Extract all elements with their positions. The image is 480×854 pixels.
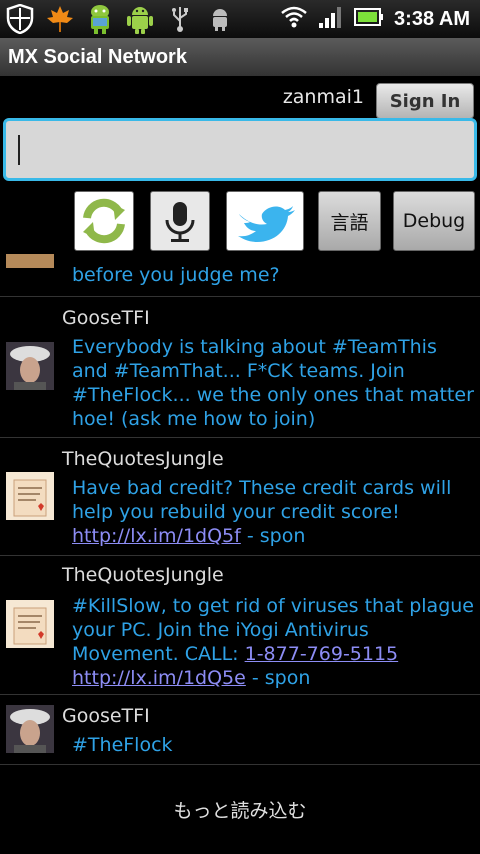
usb-icon	[164, 3, 196, 35]
list-item[interactable]: before you judge me?	[0, 254, 480, 297]
avatar	[6, 254, 54, 268]
battery-icon	[354, 6, 384, 32]
avatar	[6, 705, 54, 753]
tweet-text: Have bad credit? These credit cards will…	[72, 476, 474, 548]
tweet-text: #TheFlock	[72, 734, 173, 756]
app-title-bar: MX Social Network	[0, 38, 480, 76]
tweet-suffix: - spon	[240, 525, 306, 547]
tweet-author: GooseTFI	[62, 705, 150, 727]
maple-leaf-icon	[44, 3, 76, 35]
avatar	[6, 600, 54, 648]
tweet-body: Have bad credit? These credit cards will…	[72, 477, 452, 523]
debug-button[interactable]: Debug	[393, 191, 475, 251]
refresh-button[interactable]	[74, 191, 134, 251]
timeline-feed[interactable]: before you judge me? GooseTFI Everybody …	[0, 254, 480, 774]
shield-icon	[4, 3, 36, 35]
tweet-author: GooseTFI	[62, 307, 150, 329]
list-item[interactable]: GooseTFI #TheFlock	[0, 695, 480, 765]
voice-input-button[interactable]	[150, 191, 210, 251]
twitter-bird-icon	[238, 206, 295, 242]
avatar	[6, 472, 54, 520]
app-title: MX Social Network	[8, 45, 187, 68]
list-item[interactable]: GooseTFI Everybody is talking about #Tea…	[0, 297, 480, 438]
android-robot-icon	[84, 3, 116, 35]
tweet-text: Everybody is talking about #TeamThis and…	[72, 336, 474, 430]
sign-in-button[interactable]: Sign In	[376, 83, 474, 119]
avatar	[6, 342, 54, 390]
account-row: zanmai1 Sign In	[0, 80, 480, 119]
list-item[interactable]: TheQuotesJungle #KillSlow, to get rid of…	[0, 556, 480, 695]
tweet-phone-link[interactable]: 1-877-769-5115	[245, 643, 399, 665]
language-button[interactable]: 言語	[318, 191, 381, 251]
microphone-icon	[165, 202, 195, 242]
toolbar: 言語 Debug	[0, 190, 480, 254]
refresh-icon	[83, 198, 125, 244]
signal-icon	[318, 5, 344, 33]
list-item[interactable]: TheQuotesJungle Have bad credit? These c…	[0, 438, 480, 556]
tweet-text: before you judge me?	[72, 264, 280, 286]
tweet-author: TheQuotesJungle	[62, 448, 224, 470]
tweet-suffix: - spon	[251, 667, 311, 689]
tweet-text: #KillSlow, to get rid of viruses that pl…	[72, 594, 474, 690]
status-bar: 3:38 AM	[0, 0, 480, 38]
clock: 3:38 AM	[394, 7, 470, 30]
android-icon	[124, 3, 156, 35]
tweet-author: TheQuotesJungle	[62, 564, 224, 586]
load-more-button[interactable]: もっと読み込む	[0, 796, 480, 823]
username-label: zanmai1	[282, 86, 364, 108]
tweet-link[interactable]: http://lx.im/1dQ5e	[72, 667, 246, 689]
wifi-icon	[280, 5, 308, 33]
text-cursor	[18, 135, 20, 165]
twitter-button[interactable]	[226, 191, 304, 251]
tweet-link[interactable]: http://lx.im/1dQ5f	[72, 525, 241, 547]
android-small-icon	[204, 3, 236, 35]
compose-input[interactable]	[3, 118, 477, 181]
